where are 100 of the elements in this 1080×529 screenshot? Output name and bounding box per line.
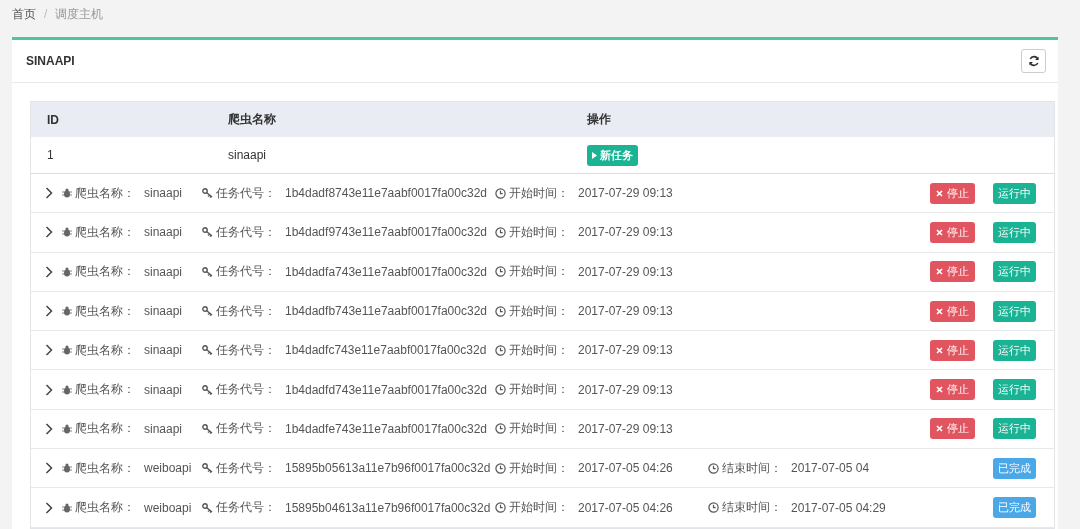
- bug-icon: [62, 306, 72, 317]
- task-code-label: 任务代号：: [216, 459, 276, 477]
- status-badge: 运行中: [993, 221, 1036, 243]
- task-code-label: 任务代号：: [216, 381, 276, 399]
- crawler-name-label: 爬虫名称：: [75, 459, 135, 477]
- refresh-icon: [1027, 55, 1040, 67]
- crawler-name: sinaapi: [144, 304, 183, 319]
- status-badge: 已完成: [993, 497, 1036, 518]
- table-cell-text: 1: [47, 148, 55, 162]
- bug-icon: [62, 266, 72, 277]
- crawler-name-label: 爬虫名称：: [75, 302, 135, 320]
- start-time: 2017-07-05 04:26: [578, 500, 673, 515]
- clock-icon: [495, 187, 506, 199]
- close-icon: [936, 268, 943, 276]
- crawler-name-label: 爬虫名称：: [75, 381, 135, 399]
- task-code: 1b4dadf8743e11e7aabf0017fa00c32d: [285, 186, 487, 201]
- expand-chevron-icon[interactable]: [45, 344, 53, 357]
- clock-icon: [495, 266, 506, 278]
- start-time: 2017-07-29 09:13: [578, 304, 673, 319]
- bug-icon: [62, 188, 72, 199]
- start-time-label: 开始时间：: [509, 263, 569, 281]
- bug-icon: [62, 502, 72, 513]
- stop-button[interactable]: 停止: [930, 379, 975, 401]
- crawler-name: sinaapi: [144, 264, 183, 279]
- bug-icon: [62, 227, 72, 238]
- task-code-label: 任务代号：: [216, 263, 276, 281]
- key-icon: [202, 345, 213, 356]
- bug-icon: [62, 384, 72, 395]
- start-time-label: 开始时间：: [509, 499, 569, 516]
- stop-button[interactable]: 停止: [930, 300, 975, 322]
- crawler-name: weiboapi: [144, 461, 192, 476]
- crawler-name-label: 爬虫名称：: [75, 223, 135, 241]
- close-icon: [936, 386, 943, 394]
- expand-chevron-icon[interactable]: [45, 462, 53, 475]
- task-code: 15895b04613a11e7b96f0017fa00c32d: [285, 500, 491, 515]
- column-header: ID: [47, 112, 60, 127]
- panel-title: SINAAPI: [26, 54, 75, 68]
- start-time: 2017-07-29 09:13: [578, 264, 673, 279]
- close-icon: [936, 346, 943, 354]
- key-icon: [202, 423, 213, 434]
- task-code: 15895b05613a11e7b96f0017fa00c32d: [285, 461, 491, 476]
- clock-icon: [495, 384, 506, 396]
- bug-icon: [62, 463, 72, 474]
- start-time-label: 开始时间：: [509, 381, 569, 399]
- expand-chevron-icon[interactable]: [45, 187, 53, 200]
- key-icon: [202, 463, 213, 474]
- stop-button[interactable]: 停止: [930, 221, 975, 243]
- expand-chevron-icon[interactable]: [45, 501, 53, 514]
- expand-chevron-icon[interactable]: [45, 383, 53, 396]
- stop-button[interactable]: 停止: [930, 418, 975, 440]
- start-time: 2017-07-29 09:13: [578, 343, 673, 358]
- task-code: 1b4dadfb743e11e7aabf0017fa00c32d: [285, 304, 487, 319]
- clock-icon: [495, 423, 506, 435]
- task-code: 1b4dadfe743e11e7aabf0017fa00c32d: [285, 421, 487, 436]
- status-badge: 运行中: [993, 379, 1036, 401]
- task-code: 1b4dadfc743e11e7aabf0017fa00c32d: [285, 343, 487, 358]
- key-icon: [202, 227, 213, 238]
- key-icon: [202, 306, 213, 317]
- expand-chevron-icon[interactable]: [45, 226, 53, 239]
- breadcrumb-link[interactable]: 调度主机: [55, 5, 104, 23]
- task-code-label: 任务代号：: [216, 420, 276, 438]
- bug-icon: [62, 345, 72, 356]
- new-task-button[interactable]: 新任务: [587, 144, 638, 166]
- status-badge: 运行中: [993, 261, 1036, 283]
- crawler-name: sinaapi: [144, 343, 183, 358]
- play-icon: [592, 151, 597, 159]
- expand-chevron-icon[interactable]: [45, 422, 53, 435]
- start-time-label: 开始时间：: [509, 459, 569, 477]
- clock-icon: [708, 462, 719, 474]
- table-cell-text: sinaapi: [228, 148, 268, 162]
- end-time: 2017-07-05 04:29: [791, 500, 886, 515]
- crawler-name: sinaapi: [144, 421, 183, 436]
- task-code-label: 任务代号：: [216, 184, 276, 202]
- breadcrumb-separator: /: [44, 7, 48, 21]
- task-code-label: 任务代号：: [216, 499, 276, 516]
- expand-chevron-icon[interactable]: [45, 305, 53, 318]
- crawler-name-label: 爬虫名称：: [75, 420, 135, 438]
- column-header: 爬虫名称: [228, 111, 277, 128]
- close-icon: [936, 425, 943, 433]
- status-badge: 运行中: [993, 418, 1036, 440]
- refresh-button[interactable]: [1021, 49, 1046, 73]
- clock-icon: [495, 344, 506, 356]
- breadcrumb-link[interactable]: 首页: [12, 5, 36, 23]
- clock-icon: [495, 462, 506, 474]
- crawler-name-label: 爬虫名称：: [75, 499, 135, 516]
- key-icon: [202, 384, 213, 395]
- key-icon: [202, 266, 213, 277]
- crawler-name: weiboapi: [144, 500, 192, 515]
- status-badge: 已完成: [993, 457, 1036, 479]
- stop-button[interactable]: 停止: [930, 261, 975, 283]
- stop-button[interactable]: 停止: [930, 339, 975, 361]
- key-icon: [202, 502, 213, 513]
- key-icon: [202, 188, 213, 199]
- expand-chevron-icon[interactable]: [45, 265, 53, 278]
- start-time: 2017-07-05 04:26: [578, 461, 673, 476]
- task-code-label: 任务代号：: [216, 223, 276, 241]
- stop-button[interactable]: 停止: [930, 182, 975, 204]
- end-time: 2017-07-05 04: [791, 461, 870, 476]
- crawler-name: sinaapi: [144, 186, 183, 201]
- status-badge: 运行中: [993, 339, 1036, 361]
